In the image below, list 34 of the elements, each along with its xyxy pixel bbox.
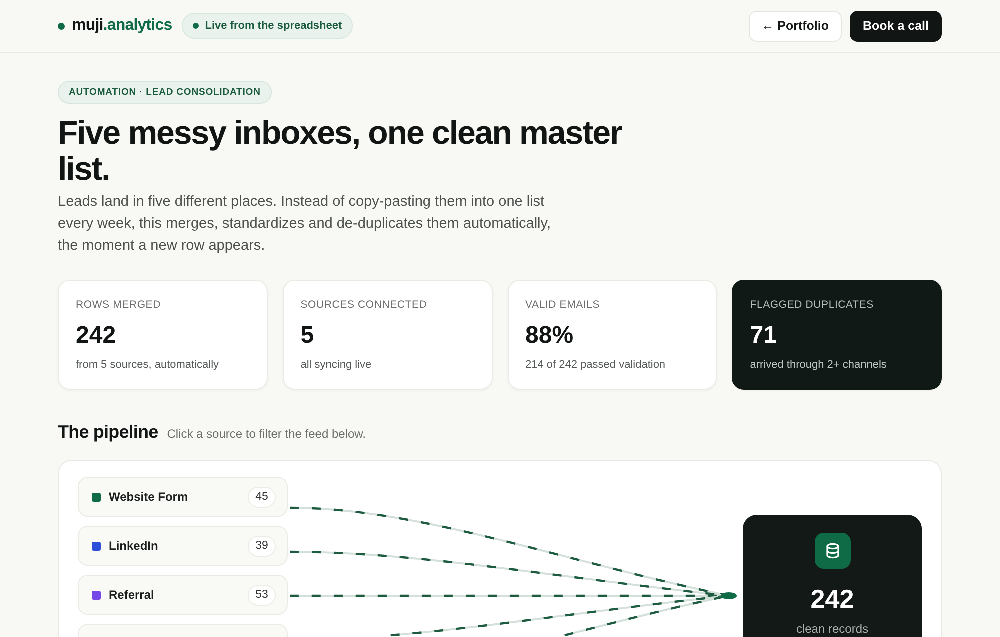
logo-wordmark[interactable]: muji.analytics (72, 17, 172, 35)
merge-point-icon (721, 592, 737, 600)
database-icon (814, 533, 850, 569)
source-node[interactable]: Website Form 45 (78, 477, 288, 517)
source-node[interactable] (78, 624, 288, 637)
stat-note: 214 of 242 passed validation (526, 358, 667, 372)
back-button[interactable]: ← Portfolio (748, 10, 842, 42)
live-status-label: Live from the spreadsheet (205, 20, 342, 32)
cta-button[interactable]: Book a call (850, 10, 942, 42)
count-badge: 45 (248, 486, 276, 508)
stat-value: 5 (300, 322, 316, 350)
count-badge: 39 (248, 536, 276, 556)
output-label: clean records (796, 622, 869, 636)
stat-label: VALID EMAILS (526, 298, 602, 312)
stat-value: 88% (526, 322, 575, 350)
source-node[interactable]: Referral 53 (78, 575, 288, 615)
page-title: Five messy inboxes, one clean master list. (58, 115, 624, 187)
stat-note: from 5 sources, automatically (76, 358, 220, 372)
stat-value: 242 (76, 322, 118, 350)
stat-label: ROWS MERGED (76, 298, 162, 312)
stat-note: arrived through 2+ channels (750, 358, 888, 372)
stat-label: FLAGGED DUPLICATES (750, 298, 875, 312)
stat-value: 71 (750, 322, 778, 350)
category-tag: AUTOMATION · LEAD CONSOLIDATION (58, 81, 272, 104)
section-title: The pipeline (58, 421, 158, 443)
page-description: Leads land in five different places. Instead of copy-pasting them into one list every week, this merges, standardizes and de-duplicates them automatically, the moment a new row appears. (58, 193, 552, 256)
stat-label: SOURCES CONNECTED (300, 298, 428, 312)
live-dot-icon (193, 23, 200, 29)
count-badge: 53 (248, 584, 276, 606)
logo-dot-icon (58, 22, 65, 30)
stat-note: all syncing live (300, 358, 373, 372)
output-count: 242 (810, 585, 854, 613)
section-hint: Click a source to filter the feed below. (167, 427, 366, 441)
source-node[interactable]: LinkedIn 39 (78, 526, 288, 566)
